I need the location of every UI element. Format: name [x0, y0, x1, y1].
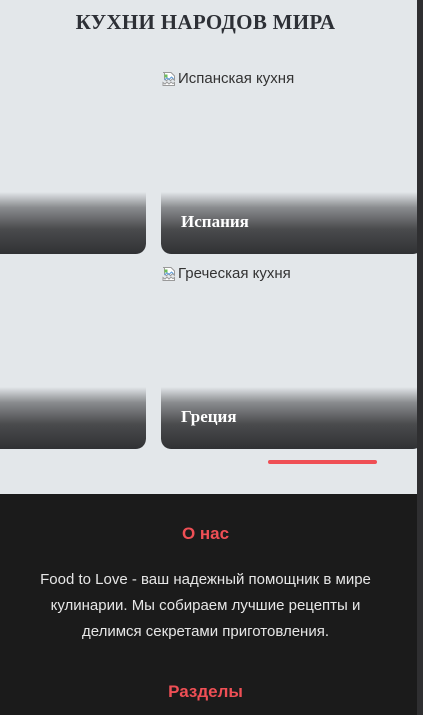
- card-image: Испанская кухня: [161, 70, 294, 87]
- cuisine-card-spain[interactable]: Испанская кухня Испания: [161, 70, 423, 254]
- card-image-alt: Греческая кухня: [178, 265, 291, 282]
- card-overlay: [0, 192, 146, 254]
- card-label: Испания: [181, 212, 249, 231]
- page: КУХНИ НАРОДОВ МИРА Испанская кухня Испан…: [0, 0, 423, 715]
- broken-image-icon: [161, 266, 177, 282]
- accent-divider: [268, 460, 377, 464]
- footer-about-title: О нас: [181, 524, 230, 543]
- broken-image-icon: [161, 71, 177, 87]
- card-overlay: [0, 387, 146, 449]
- page-title: КУХНИ НАРОДОВ МИРА: [75, 10, 336, 34]
- cuisine-card[interactable]: [0, 265, 146, 449]
- footer-about-text: Food to Love - ваш надежный помощник в м…: [40, 571, 371, 640]
- card-label: Греция: [181, 407, 237, 426]
- card-image: Греческая кухня: [161, 265, 291, 282]
- card-image-alt: Испанская кухня: [178, 70, 295, 87]
- cuisine-card-greece[interactable]: Греческая кухня Греция: [161, 265, 423, 449]
- scrollbar[interactable]: [417, 0, 423, 715]
- footer-sections-title: Разделы: [168, 682, 243, 701]
- site-footer: О нас Food to Love - ваш надежный помощн…: [0, 494, 423, 715]
- cuisine-card[interactable]: [0, 70, 146, 254]
